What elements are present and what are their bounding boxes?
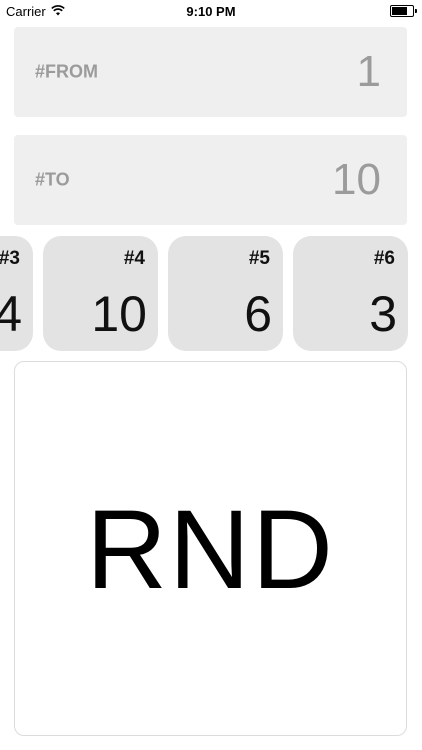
history-card: #5 6 <box>168 236 283 351</box>
rnd-button[interactable]: RND <box>14 361 407 736</box>
history-index: #6 <box>373 248 395 269</box>
history-value: 3 <box>369 286 397 342</box>
history-index: #3 <box>0 248 20 269</box>
history-index: #4 <box>123 248 145 269</box>
history-value: 4 <box>0 286 22 342</box>
history-strip[interactable]: #3 4 #4 10 #5 6 #6 3 <box>0 236 422 351</box>
to-field[interactable]: #TO 10 <box>14 135 407 225</box>
status-right <box>390 5 417 17</box>
history-card: #6 3 <box>293 236 408 351</box>
history-value: 10 <box>91 286 147 342</box>
history-index: #5 <box>248 248 270 269</box>
history-card: #3 4 <box>0 236 33 351</box>
rnd-label: RND <box>86 487 335 612</box>
from-value: 1 <box>356 47 381 96</box>
history-value: 6 <box>244 286 272 342</box>
status-bar: Carrier 9:10 PM <box>0 0 422 22</box>
history-card: #4 10 <box>43 236 158 351</box>
battery-icon <box>390 5 417 17</box>
from-label: #FROM <box>35 61 98 82</box>
to-label: #TO <box>35 169 70 190</box>
from-field[interactable]: #FROM 1 <box>14 27 407 117</box>
to-value: 10 <box>332 155 381 204</box>
status-time: 9:10 PM <box>186 4 236 19</box>
